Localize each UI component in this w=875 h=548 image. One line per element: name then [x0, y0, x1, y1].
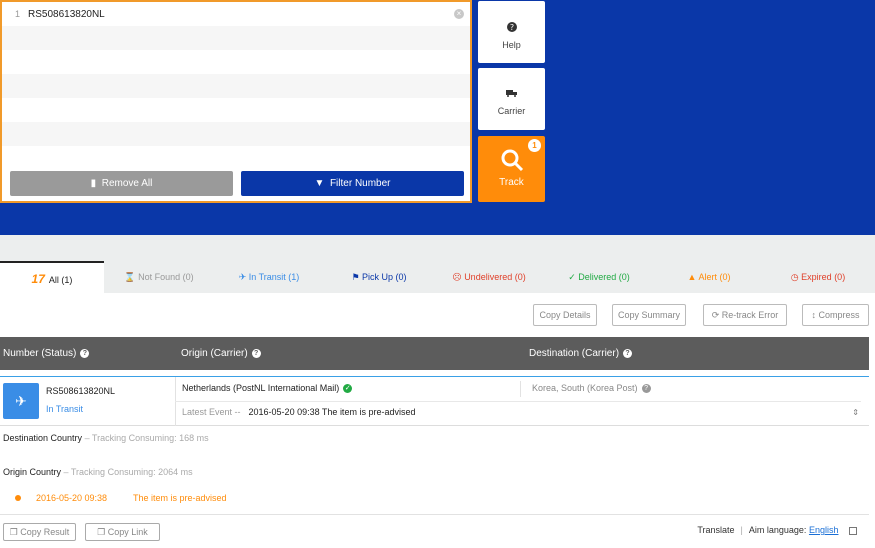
sad-face-icon: ☹	[452, 272, 462, 282]
result-footer: ❐ Copy Result ❐ Copy Link Translate | Aim …	[0, 514, 869, 548]
carrier-button[interactable]: Carrier	[478, 68, 545, 130]
input-line[interactable]	[2, 146, 470, 170]
help-icon[interactable]: ?	[623, 348, 633, 358]
plane-icon: ✈	[238, 272, 247, 282]
copy-summary-button[interactable]: Copy Summary	[612, 304, 686, 326]
divider	[175, 401, 861, 402]
result-origin: Netherlands (PostNL International Mail) ✓	[182, 383, 353, 394]
column-origin: Origin (Carrier)?	[181, 337, 261, 370]
copy-link-button[interactable]: ❐ Copy Link	[85, 523, 160, 541]
input-line[interactable]	[2, 74, 470, 98]
translate-controls: Translate | Aim language: English	[697, 525, 857, 535]
timeline-dot-icon	[15, 495, 21, 501]
result-status: In Transit	[46, 404, 84, 414]
expand-icon[interactable]: ⇕	[852, 408, 859, 417]
translate-checkbox[interactable]	[849, 526, 857, 535]
truck-icon	[506, 90, 517, 97]
hourglass-icon: ⌛	[124, 272, 136, 282]
tab-delivered[interactable]: ✓ Delivered (0)	[544, 261, 654, 293]
tab-undelivered[interactable]: ☹ Undelivered (0)	[434, 261, 544, 293]
copy-icon: ❐	[9, 527, 18, 537]
input-line[interactable]	[2, 122, 470, 146]
clock-icon: ◷	[790, 272, 799, 282]
logo-17track-icon: 17	[31, 272, 45, 286]
input-line-value: RS508613820NL	[28, 9, 105, 20]
help-button[interactable]: ? Help	[478, 1, 545, 63]
tab-all[interactable]: 17 All (1)	[0, 261, 104, 293]
copy-details-button[interactable]: Copy Details	[533, 304, 597, 326]
tracking-number-input[interactable]: 1 RS508613820NL × ▮ Remove All ▼ Filter Nu…	[0, 0, 472, 203]
link-icon: ❐	[97, 527, 106, 537]
latest-event: Latest Event -- 2016-05-20 09:38 The item…	[182, 407, 416, 417]
aim-language-label: Aim language:	[748, 525, 807, 535]
check-icon: ✓	[343, 384, 353, 394]
column-number-status: Number (Status)?	[3, 337, 90, 370]
input-line[interactable]	[2, 26, 470, 50]
search-icon	[501, 149, 523, 172]
compress-button[interactable]: ↕ Compress	[802, 304, 869, 326]
help-icon[interactable]: ?	[251, 348, 261, 358]
track-count-badge: 1	[528, 139, 541, 152]
remove-all-button[interactable]: ▮ Remove All	[10, 171, 233, 196]
trash-icon: ▮	[90, 178, 97, 189]
svg-text:?: ?	[509, 23, 513, 32]
filter-icon: ▼	[314, 178, 325, 189]
divider	[520, 381, 521, 397]
tab-in-transit[interactable]: ✈ In Transit (1)	[214, 261, 324, 293]
check-icon: ✓	[568, 272, 576, 282]
compress-icon: ↕	[811, 310, 816, 320]
origin-country-heading: Origin Country – Tracking Consuming: 206…	[3, 467, 193, 477]
flag-icon: ⚑	[351, 272, 360, 282]
copy-result-button[interactable]: ❐ Copy Result	[3, 523, 76, 541]
tab-pick-up[interactable]: ⚑ Pick Up (0)	[324, 261, 434, 293]
tab-alert[interactable]: ▲ Alert (0)	[654, 261, 764, 293]
refresh-icon: ⟳	[711, 310, 720, 320]
filter-number-button[interactable]: ▼ Filter Number	[241, 171, 464, 196]
track-button[interactable]: 1 Track	[478, 136, 545, 202]
tab-not-found[interactable]: ⌛ Not Found (0)	[104, 261, 214, 293]
help-icon[interactable]: ?	[80, 348, 90, 358]
event-text: The item is pre-advised	[133, 493, 227, 503]
result-number: RS508613820NL	[46, 386, 116, 396]
aim-language-link[interactable]: English	[809, 525, 839, 535]
result-destination: Korea, South (Korea Post)?	[532, 383, 651, 394]
retrack-error-button[interactable]: ⟳ Re-track Error	[703, 304, 787, 326]
input-line[interactable]	[2, 98, 470, 122]
input-line[interactable]: 1 RS508613820NL ×	[2, 2, 470, 26]
input-lines[interactable]: 1 RS508613820NL ×	[2, 2, 470, 167]
translate-label: Translate	[697, 525, 735, 535]
tab-expired[interactable]: ◷ Expired (0)	[764, 261, 872, 293]
event-time: 2016-05-20 09:38	[36, 493, 108, 503]
in-transit-icon: ✈	[3, 383, 39, 419]
tracking-result-row[interactable]: ✈ RS508613820NL In Transit Netherlands (…	[0, 376, 869, 426]
destination-country-heading: Destination Country – Tracking Consuming…	[3, 433, 209, 443]
results-table-header: Number (Status)? Origin (Carrier)? Desti…	[0, 337, 869, 370]
input-line[interactable]	[2, 50, 470, 74]
warning-icon: ▲	[687, 272, 697, 282]
help-icon[interactable]: ?	[641, 384, 651, 394]
clear-icon[interactable]: ×	[454, 9, 464, 19]
question-icon: ?	[506, 22, 517, 32]
column-destination: Destination (Carrier)?	[529, 337, 633, 370]
